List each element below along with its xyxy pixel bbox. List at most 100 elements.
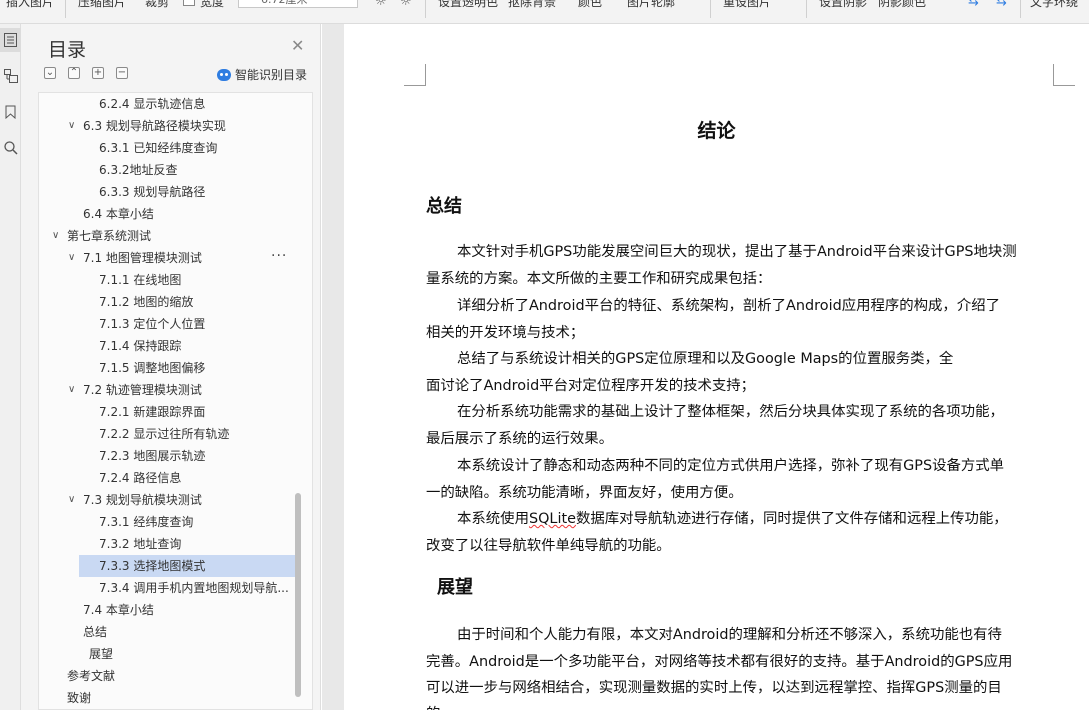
paragraph-line: 由于时间和个人能力有限，本文对Android的理解和分析还不够深入，系统功能也有… (457, 627, 1002, 643)
compress-picture-button[interactable]: 压缩图片 (78, 0, 126, 10)
search-nav-button[interactable] (0, 136, 21, 160)
toc-item[interactable]: 7.3.1 经纬度查询 (39, 511, 295, 533)
set-transparent-color-button[interactable]: 设置透明色 (438, 0, 498, 10)
chapter-nav-button[interactable] (0, 64, 21, 88)
add-heading-icon[interactable]: + (92, 67, 104, 79)
picture-outline-dropdown[interactable]: 图片轮廓 (627, 0, 675, 10)
chevron-down-icon[interactable]: ∨ (52, 225, 59, 247)
toc-item[interactable]: ∨ 6.3 规划导航路径模块实现 (39, 115, 295, 137)
shadow-left-icon[interactable]: ⇆ (968, 0, 979, 9)
remove-background-button[interactable]: 抠除背景 (508, 0, 556, 10)
toc-item[interactable]: 7.2.1 新建跟踪界面 (39, 401, 295, 423)
navigation-rail (0, 24, 21, 710)
paragraph-line: 可以进一步与网络相结合，实现测量数据的实时上传，以达到远程掌控、指挥GPS测量的… (426, 680, 1002, 696)
shadow-right-icon[interactable]: ⇆ (996, 0, 1007, 9)
chevron-down-icon[interactable]: ∨ (68, 115, 75, 137)
lock-ratio-checkbox[interactable] (183, 0, 195, 6)
toc-item[interactable]: 展望 (39, 643, 295, 665)
chevron-down-icon[interactable]: ∨ (68, 247, 75, 269)
paragraph-line: 面讨论了Android平台对定位程序开发的技术支持； (426, 378, 756, 394)
chapter-icon (3, 69, 18, 83)
toc-item[interactable]: 7.1.3 定位个人位置 (39, 313, 295, 335)
toc-title: 目录 (48, 39, 87, 61)
color-dropdown[interactable]: 颜色 (578, 0, 602, 10)
toc-item[interactable]: 7.2.3 地图展示轨迹 (39, 445, 295, 467)
toc-item[interactable]: 7.2.2 显示过往所有轨迹 (39, 423, 295, 445)
bookmark-icon (5, 105, 16, 119)
toc-item-selected[interactable]: 7.3.3 选择地图模式 (79, 555, 295, 577)
toolbar-divider (710, 0, 711, 18)
page-corner-mark (404, 64, 426, 86)
toc-panel: 目录 ✕ ⌄ ⌃ + − 智能识别目录 6.2.4 显示轨迹信息 ∨ 6.3 规划… (21, 24, 321, 710)
toc-item[interactable]: ∨ 第七章系统测试 (39, 225, 295, 247)
toc-item[interactable]: 6.3.2地址反查 (39, 159, 295, 181)
toc-scrollbar[interactable] (295, 493, 301, 697)
toc-item[interactable]: 致谢 (39, 687, 295, 709)
toc-item[interactable]: 7.1.5 调整地图偏移 (39, 357, 295, 379)
paragraph-line: 改变了以往导航软件单纯导航的功能。 (426, 538, 671, 554)
toolbar-divider (806, 0, 807, 18)
smart-toc-button[interactable]: 智能识别目录 (217, 66, 307, 83)
collapse-all-icon[interactable]: ⌃ (68, 67, 80, 79)
document-page[interactable]: 结论 总结 本文针对手机GPS功能发展空间巨大的现状，提出了基于Android平… (344, 24, 1089, 710)
insert-picture-button[interactable]: 插入图片 (6, 0, 54, 10)
toc-item[interactable]: 7.4 本章小结 (39, 599, 295, 621)
paragraph-line: 详细分析了Android平台的特征、系统架构，剖析了Android应用程序的构成… (457, 298, 1000, 314)
toc-item[interactable]: 6.2.4 显示轨迹信息 (39, 93, 295, 115)
toc-icon (4, 33, 17, 47)
width-label: 宽度 (200, 0, 225, 9)
set-shadow-button[interactable]: 设置阴影 (819, 0, 867, 10)
toc-item[interactable]: 参考文献 (39, 665, 295, 687)
close-icon[interactable]: ✕ (291, 36, 304, 55)
toolbar-divider (425, 0, 426, 18)
paragraph-line: 相关的开发环境与技术； (426, 325, 585, 341)
toc-list[interactable]: 6.2.4 显示轨迹信息 ∨ 6.3 规划导航路径模块实现 6.3.1 已知经纬度… (38, 92, 313, 710)
bookmark-nav-button[interactable] (0, 100, 21, 124)
chevron-down-icon[interactable]: ∨ (68, 489, 75, 511)
toolbar-divider (1020, 0, 1021, 18)
paragraph-line: 的。 (426, 702, 1056, 710)
spellcheck-word[interactable]: SQLite (529, 511, 576, 527)
toc-item[interactable]: 7.1.2 地图的缩放 (39, 291, 295, 313)
toc-item[interactable]: 总结 (39, 621, 295, 643)
chevron-down-icon[interactable]: ∨ (68, 379, 75, 401)
paragraph-text: 本系统使用 (457, 511, 529, 527)
paragraph-line: 量系统的方案。本文所做的主要工作和研究成果包括： (426, 271, 772, 287)
brightness-down-icon[interactable]: ☼ (400, 0, 412, 9)
paragraph-text: 数据库对导航轨迹进行存储，同时提供了文件存储和远程上传功能， (575, 511, 1008, 527)
wps-writer-window: 插入图片 压缩图片 裁剪 宽度 6.72厘米 ☼ ☼ 设置透明色 抠除背景 颜色… (0, 0, 1089, 710)
toc-item[interactable]: 7.3.4 调用手机内置地图规划导航... (39, 577, 295, 599)
search-icon (3, 141, 18, 155)
toc-item[interactable]: ∨ 7.3 规划导航模块测试 (39, 489, 295, 511)
paragraph-line: 一的缺陷。系统功能清晰，界面友好，使用方便。 (426, 485, 743, 501)
expand-all-icon[interactable]: ⌄ (44, 67, 56, 79)
toc-item[interactable]: 7.3.2 地址查询 (39, 533, 295, 555)
remove-heading-icon[interactable]: − (116, 67, 128, 79)
more-options-icon[interactable]: ··· (271, 245, 287, 267)
toc-item[interactable]: 6.3.3 规划导航路径 (39, 181, 295, 203)
page-corner-mark (1053, 64, 1075, 86)
paragraph-line: 最后展示了系统的运行效果。 (426, 431, 614, 447)
width-input[interactable]: 6.72厘米 (238, 0, 358, 8)
toc-item[interactable]: 6.4 本章小结 (39, 203, 295, 225)
text-wrap-button[interactable]: 文字环绕 (1030, 0, 1078, 10)
toc-item[interactable]: 6.3.1 已知经纬度查询 (39, 137, 295, 159)
toc-item[interactable]: 7.1.4 保持跟踪 (39, 335, 295, 357)
crop-button[interactable]: 裁剪 (145, 0, 169, 10)
shadow-color-dropdown[interactable]: 阴影颜色 (878, 0, 926, 10)
paragraph-line: 本系统使用SQLite数据库对导航轨迹进行存储，同时提供了文件存储和远程上传功能… (457, 507, 1087, 528)
reset-picture-button[interactable]: 重设图片 (723, 0, 771, 10)
picture-toolbar: 插入图片 压缩图片 裁剪 宽度 6.72厘米 ☼ ☼ 设置透明色 抠除背景 颜色… (0, 0, 1089, 24)
toc-item[interactable]: ∨ 7.2 轨迹管理模块测试 (39, 379, 295, 401)
brightness-up-icon[interactable]: ☼ (375, 0, 387, 9)
paragraph-line: 本系统设计了静态和动态两种不同的定位方式供用户选择，弥补了现有GPS设备方式单 (457, 458, 1005, 474)
toc-nav-button[interactable] (0, 28, 21, 52)
toc-item[interactable]: 7.1.1 在线地图 (39, 269, 295, 291)
toolbar-divider (65, 0, 66, 18)
toc-item[interactable]: ∨ 7.1 地图管理模块测试 ··· (39, 247, 295, 269)
paragraph-line: 完善。Android是一个多功能平台，对网络等技术都有很好的支持。基于Andro… (426, 654, 1013, 670)
section-heading: 总结 (426, 196, 462, 217)
ai-icon (217, 68, 231, 81)
chapter-title: 结论 (697, 120, 736, 142)
toc-item[interactable]: 7.2.4 路径信息 (39, 467, 295, 489)
